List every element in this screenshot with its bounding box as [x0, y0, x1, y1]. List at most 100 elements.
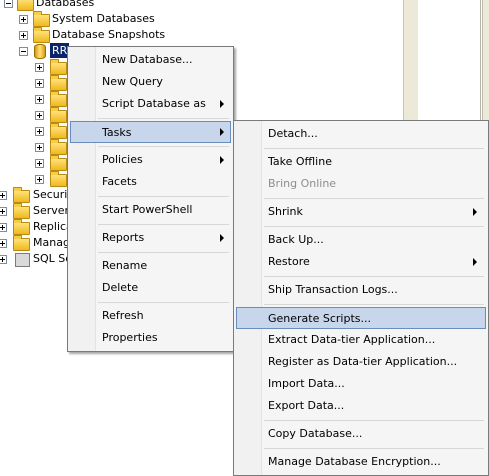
menu-item-script-database-as[interactable]: Script Database as: [70, 93, 231, 115]
tree-node-security[interactable]: Securit: [0, 187, 72, 203]
menu-item-manage-database-encryption[interactable]: Manage Database Encryption...: [236, 451, 486, 473]
submenu-arrow-icon: [473, 258, 477, 266]
menu-item-reports[interactable]: Reports: [70, 227, 231, 249]
menu-item-label: Delete: [102, 281, 139, 294]
menu-item-take-offline[interactable]: Take Offline: [236, 151, 486, 173]
menu-item-refresh[interactable]: Refresh: [70, 305, 231, 327]
menu-item-label: Detach...: [268, 127, 318, 140]
folder-icon: [13, 187, 30, 203]
folder-icon: [13, 235, 30, 251]
folder-icon: [50, 91, 67, 107]
menu-item-ship-transaction-logs[interactable]: Ship Transaction Logs...: [236, 279, 486, 301]
tree-node-databases[interactable]: Databases: [0, 0, 200, 11]
menu-separator: [264, 420, 484, 421]
tree-node-label: Databases: [36, 0, 95, 9]
menu-item-label: Start PowerShell: [102, 203, 193, 216]
tree-node-child-folder[interactable]: [0, 59, 70, 75]
menu-item-policies[interactable]: Policies: [70, 149, 231, 171]
menu-item-restore[interactable]: Restore: [236, 251, 486, 273]
menu-separator: [264, 226, 484, 227]
menu-item-new-database[interactable]: New Database...: [70, 49, 231, 71]
tree-node-child-folder[interactable]: [0, 123, 70, 139]
folder-icon: [33, 27, 50, 43]
expand-icon[interactable]: [19, 15, 28, 24]
menu-item-label: Copy Database...: [268, 427, 363, 440]
menu-item-import-data[interactable]: Import Data...: [236, 373, 486, 395]
expand-icon[interactable]: [35, 63, 44, 72]
menu-item-export-data[interactable]: Export Data...: [236, 395, 486, 417]
menu-item-rename[interactable]: Rename: [70, 255, 231, 277]
tree-node-label: Securit: [33, 188, 72, 201]
menu-item-detach[interactable]: Detach...: [236, 123, 486, 145]
submenu-arrow-icon: [220, 100, 224, 108]
menu-item-generate-scripts[interactable]: Generate Scripts...: [236, 307, 486, 329]
expand-icon[interactable]: [0, 207, 7, 216]
tree-node-child-folder[interactable]: [0, 139, 70, 155]
expand-icon[interactable]: [35, 95, 44, 104]
menu-item-label: Export Data...: [268, 399, 345, 412]
menu-item-copy-database[interactable]: Copy Database...: [236, 423, 486, 445]
menu-item-extract-data-tier-application[interactable]: Extract Data-tier Application...: [236, 329, 486, 351]
menu-separator: [98, 146, 229, 147]
collapse-icon[interactable]: [19, 47, 28, 56]
expand-icon[interactable]: [35, 111, 44, 120]
menu-separator: [98, 118, 229, 119]
menu-separator: [98, 196, 229, 197]
expand-icon[interactable]: [35, 175, 44, 184]
menu-item-label: New Database...: [102, 53, 193, 66]
menu-item-label: Reports: [102, 231, 145, 244]
folder-icon: [50, 123, 67, 139]
menu-separator: [98, 224, 229, 225]
menu-separator: [264, 148, 484, 149]
menu-item-delete[interactable]: Delete: [70, 277, 231, 299]
menu-separator: [264, 304, 484, 305]
database-context-menu: New Database... New Query Script Databas…: [67, 46, 234, 352]
menu-item-label: Facets: [102, 175, 137, 188]
tree-node-database-snapshots[interactable]: Database Snapshots: [0, 27, 200, 43]
tree-node-child-folder[interactable]: [0, 171, 70, 187]
tree-node-management[interactable]: Manage: [0, 235, 77, 251]
menu-item-back-up[interactable]: Back Up...: [236, 229, 486, 251]
menu-item-new-query[interactable]: New Query: [70, 71, 231, 93]
folder-icon: [50, 75, 67, 91]
expand-icon[interactable]: [35, 79, 44, 88]
expand-icon[interactable]: [0, 191, 7, 200]
menu-item-facets[interactable]: Facets: [70, 171, 231, 193]
menu-item-label: Back Up...: [268, 233, 324, 246]
menu-item-label: Rename: [102, 259, 148, 272]
folder-icon: [50, 155, 67, 171]
menu-item-bring-online: Bring Online: [236, 173, 486, 195]
menu-item-label: Take Offline: [268, 155, 332, 168]
tree-node-replication[interactable]: Replica: [0, 219, 73, 235]
expand-icon[interactable]: [35, 143, 44, 152]
expand-icon[interactable]: [0, 223, 7, 232]
folder-icon: [13, 219, 30, 235]
tree-node-child-folder[interactable]: [0, 91, 70, 107]
menu-item-tasks[interactable]: Tasks: [70, 121, 231, 143]
expand-icon[interactable]: [35, 127, 44, 136]
folder-icon: [50, 107, 67, 123]
tree-node-server-objects[interactable]: Server: [0, 203, 70, 219]
menu-item-start-powershell[interactable]: Start PowerShell: [70, 199, 231, 221]
submenu-arrow-icon: [473, 208, 477, 216]
menu-item-register-data-tier-application[interactable]: Register as Data-tier Application...: [236, 351, 486, 373]
menu-item-label: Manage Database Encryption...: [268, 455, 441, 468]
menu-item-properties[interactable]: Properties: [70, 327, 231, 349]
sql-agent-icon: [15, 253, 30, 267]
menu-item-label: Restore: [268, 255, 310, 268]
tree-node-system-databases[interactable]: System Databases: [0, 11, 200, 27]
menu-item-shrink[interactable]: Shrink: [236, 201, 486, 223]
menu-item-label: Shrink: [268, 205, 303, 218]
collapse-icon[interactable]: [4, 0, 13, 8]
menu-item-label: Import Data...: [268, 377, 345, 390]
tree-node-child-folder[interactable]: [0, 75, 70, 91]
tree-node-sql-agent[interactable]: SQL Se: [0, 251, 72, 267]
menu-separator: [98, 302, 229, 303]
expand-icon[interactable]: [19, 31, 28, 40]
expand-icon[interactable]: [0, 239, 7, 248]
tree-node-child-folder[interactable]: [0, 107, 70, 123]
expand-icon[interactable]: [35, 159, 44, 168]
menu-item-label: Script Database as: [102, 97, 206, 110]
expand-icon[interactable]: [0, 255, 7, 264]
tree-node-child-folder[interactable]: [0, 155, 70, 171]
